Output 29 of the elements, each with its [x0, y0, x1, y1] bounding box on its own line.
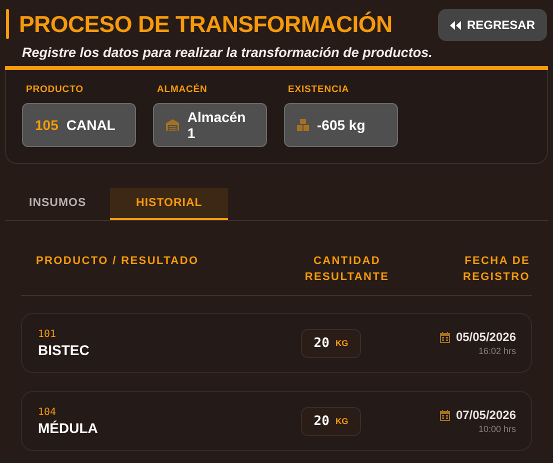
field-label: EXISTENCIA	[287, 84, 350, 95]
product-code: 101	[38, 328, 58, 340]
tab[interactable]: HISTORIAL	[110, 188, 228, 220]
rewind-icon	[450, 20, 461, 30]
page-subtitle: Registre los datos para realizar la transformación de productos.	[21, 45, 432, 60]
product-field[interactable]: 105 CANAL	[22, 103, 136, 147]
calendar-icon	[440, 332, 450, 342]
warehouse-field[interactable]: Almacén 1	[153, 103, 267, 147]
field-label: ALMACÉN	[156, 84, 208, 95]
back-button[interactable]: REGRESAR	[438, 9, 547, 41]
record-date: 07/05/2026	[456, 408, 516, 422]
boxes-icon	[297, 119, 309, 131]
record-time: 10:00 hrs	[478, 424, 516, 434]
product-name: MÉDULA	[38, 420, 99, 436]
quantity-badge: 20 KG	[300, 406, 362, 436]
product-code: 104	[38, 406, 58, 418]
record-date: 05/05/2026	[456, 330, 516, 344]
column-header: FECHA DE REGISTRO	[462, 254, 531, 285]
stock-field[interactable]: -605 kg	[284, 103, 398, 147]
page-title: PROCESO DE TRANSFORMACIÓN	[19, 10, 392, 38]
warehouse-icon	[166, 119, 180, 131]
quantity-badge: 20 KG	[300, 328, 362, 358]
field-label: PRODUCTO	[25, 84, 84, 95]
calendar-icon	[440, 410, 450, 420]
tab[interactable]: INSUMOS	[5, 188, 110, 220]
product-name: BISTEC	[38, 342, 90, 358]
record-time: 16:02 hrs	[478, 346, 516, 356]
column-header: PRODUCTO / RESULTADO	[35, 254, 200, 269]
column-header: CANTIDAD RESULTANTE	[304, 254, 390, 285]
